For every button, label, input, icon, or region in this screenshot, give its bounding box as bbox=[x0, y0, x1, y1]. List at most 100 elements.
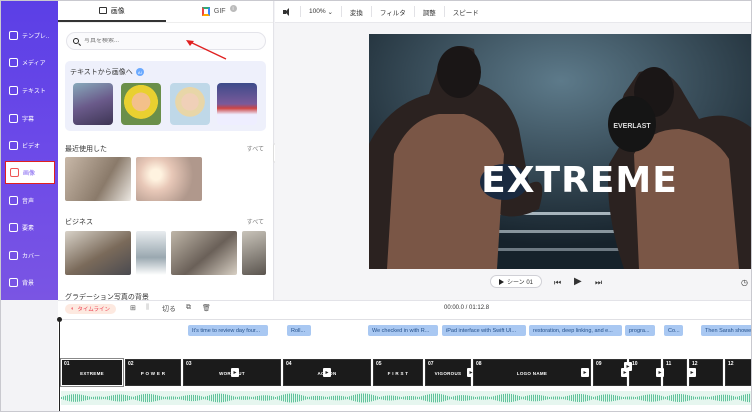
clip-label: LOGO NAME bbox=[516, 371, 548, 376]
zoom-select[interactable]: 100% ⌄ bbox=[301, 6, 342, 17]
glove-text: EVERLAST bbox=[613, 123, 651, 130]
caption-clip[interactable]: iPad interface with Swift UI... bbox=[442, 325, 526, 336]
search-input[interactable] bbox=[84, 38, 254, 44]
sidebar-item-video[interactable]: ビデオ bbox=[5, 135, 55, 155]
adjust-button[interactable]: 調整 bbox=[415, 6, 445, 17]
cut-button[interactable]: 切る bbox=[162, 304, 176, 314]
sidebar-item-elements[interactable]: 要素 bbox=[5, 217, 55, 237]
playhead[interactable] bbox=[57, 317, 62, 411]
tab-label: 画像 bbox=[110, 7, 125, 15]
video-clip[interactable]: 02 P O W E R bbox=[125, 359, 181, 386]
recent-image-2[interactable] bbox=[136, 157, 202, 201]
clip-label: P O W E R bbox=[140, 371, 166, 376]
transform-button[interactable]: 変換 bbox=[342, 6, 372, 17]
sidebar-item-templates[interactable]: テンプレ.. bbox=[5, 25, 55, 45]
transition-icon[interactable]: ▸ bbox=[323, 368, 331, 377]
text-to-image-card[interactable]: テキストから画像へ AI bbox=[65, 61, 266, 131]
recent-image-1[interactable] bbox=[65, 157, 131, 201]
clip-number: 08 bbox=[476, 361, 482, 367]
sidebar-item-cover[interactable]: カバー bbox=[5, 245, 55, 265]
volume-button[interactable] bbox=[275, 6, 301, 17]
sample-image-portrait[interactable] bbox=[170, 83, 210, 125]
info-icon[interactable]: i bbox=[229, 5, 237, 12]
video-clip[interactable]: 11 bbox=[663, 359, 687, 386]
caption-clip[interactable]: Then Sarah showe... bbox=[701, 325, 751, 336]
caption-clip[interactable]: Roll... bbox=[287, 325, 311, 336]
transition-icon[interactable]: ▸ bbox=[581, 368, 589, 377]
tab-image[interactable]: 画像 bbox=[58, 1, 166, 22]
transition-icon[interactable]: ▸ bbox=[231, 368, 239, 377]
sidebar-item-image[interactable]: 画像 bbox=[5, 161, 55, 184]
caption-clip[interactable]: It's time to review day four... bbox=[188, 325, 268, 336]
ai-badge: AI bbox=[135, 68, 144, 76]
audio-waveform[interactable] bbox=[61, 391, 752, 405]
video-clip[interactable]: 12 bbox=[725, 359, 751, 386]
see-all-link[interactable]: すべて bbox=[247, 144, 264, 153]
sidebar-item-label: カバー bbox=[22, 253, 41, 260]
editor-window: テンプレ.. メディア テキスト 字幕 ビデオ 画像 音声 要素 カバー 背景 … bbox=[0, 0, 752, 412]
sample-image-unicorn[interactable] bbox=[73, 83, 113, 125]
caption-clip[interactable]: Co... bbox=[664, 325, 683, 336]
video-clip[interactable]: 01 EXTREME bbox=[60, 358, 124, 387]
speaker-icon bbox=[283, 7, 292, 16]
transition-icon[interactable]: ▸ bbox=[624, 362, 632, 371]
play-button[interactable]: ▶ bbox=[574, 276, 582, 287]
video-clip[interactable]: 05 F I R S T bbox=[373, 359, 423, 386]
template-icon bbox=[9, 30, 18, 40]
left-sidebar: テンプレ.. メディア テキスト 字幕 ビデオ 画像 音声 要素 カバー 背景 bbox=[1, 1, 58, 300]
sample-image-hat[interactable] bbox=[121, 83, 161, 125]
video-clip[interactable]: 08 LOGO NAME bbox=[473, 359, 591, 386]
sidebar-item-media[interactable]: メディア bbox=[5, 52, 55, 72]
sidebar-item-label: テキスト bbox=[22, 88, 46, 95]
clip-number: 10 bbox=[632, 361, 638, 367]
text-icon bbox=[9, 85, 18, 95]
clip-label: VIGOROUS bbox=[434, 371, 462, 376]
transition-icon[interactable]: ▸ bbox=[656, 368, 664, 377]
sidebar-item-audio[interactable]: 音声 bbox=[5, 190, 55, 210]
boxing-scene: EVERLAST bbox=[369, 34, 751, 269]
photo-search[interactable] bbox=[66, 32, 266, 50]
caption-clip[interactable]: progra... bbox=[625, 325, 655, 336]
sample-image-house[interactable] bbox=[217, 83, 257, 125]
business-image-2[interactable] bbox=[136, 231, 166, 275]
timeline-label: タイムライン bbox=[77, 307, 110, 313]
see-all-link[interactable]: すべて bbox=[247, 217, 264, 226]
add-icon[interactable]: ⊞ bbox=[130, 304, 136, 312]
tab-gif[interactable]: GIF i bbox=[166, 1, 274, 22]
split-icon[interactable]: ⫼ bbox=[146, 304, 149, 312]
scene-selector[interactable]: シーン 01 bbox=[490, 275, 542, 288]
sidebar-item-label: 音声 bbox=[22, 198, 35, 205]
video-clip[interactable]: 07 VIGOROUS bbox=[425, 359, 471, 386]
clip-label: F I R S T bbox=[387, 371, 409, 376]
delete-icon[interactable]: 🗑 bbox=[202, 304, 211, 312]
audio-icon bbox=[9, 195, 18, 205]
video-title-overlay[interactable]: EXTREME bbox=[369, 160, 751, 201]
background-icon bbox=[9, 277, 18, 287]
timeline-toggle-button[interactable]: ◐ タイムライン bbox=[65, 304, 116, 314]
play-icon bbox=[498, 278, 504, 285]
gif-icon bbox=[201, 7, 210, 16]
sidebar-item-label: テンプレ.. bbox=[22, 33, 50, 40]
caption-clip[interactable]: restoration, deep linking, and e... bbox=[529, 325, 622, 336]
transition-icon[interactable]: ▸ bbox=[688, 368, 696, 377]
clip-number: 11 bbox=[666, 361, 672, 367]
sidebar-item-text[interactable]: テキスト bbox=[5, 80, 55, 100]
filter-button[interactable]: フィルタ bbox=[372, 6, 415, 17]
sidebar-item-label: 字幕 bbox=[22, 116, 35, 123]
clip-number: 07 bbox=[428, 361, 434, 367]
business-image-1[interactable] bbox=[65, 231, 131, 275]
sidebar-item-background[interactable]: 背景 bbox=[5, 272, 55, 292]
duplicate-icon[interactable]: ⧉ bbox=[186, 304, 191, 312]
caption-clip[interactable]: We checked in with R... bbox=[368, 325, 438, 336]
speed-button[interactable]: スピード bbox=[445, 6, 487, 17]
video-preview[interactable]: EVERLAST EXTREME bbox=[369, 34, 751, 269]
business-image-3[interactable] bbox=[171, 231, 237, 275]
business-image-4[interactable] bbox=[242, 231, 266, 275]
clock-icon[interactable]: ◷ bbox=[741, 278, 748, 287]
previous-icon[interactable]: ⏮ bbox=[554, 278, 561, 288]
time-ruler[interactable] bbox=[58, 319, 751, 321]
sidebar-item-subtitle[interactable]: 字幕 bbox=[5, 108, 55, 128]
video-icon bbox=[9, 140, 18, 150]
clip-number: 12 bbox=[728, 361, 734, 367]
next-icon[interactable]: ⏭ bbox=[595, 278, 602, 288]
